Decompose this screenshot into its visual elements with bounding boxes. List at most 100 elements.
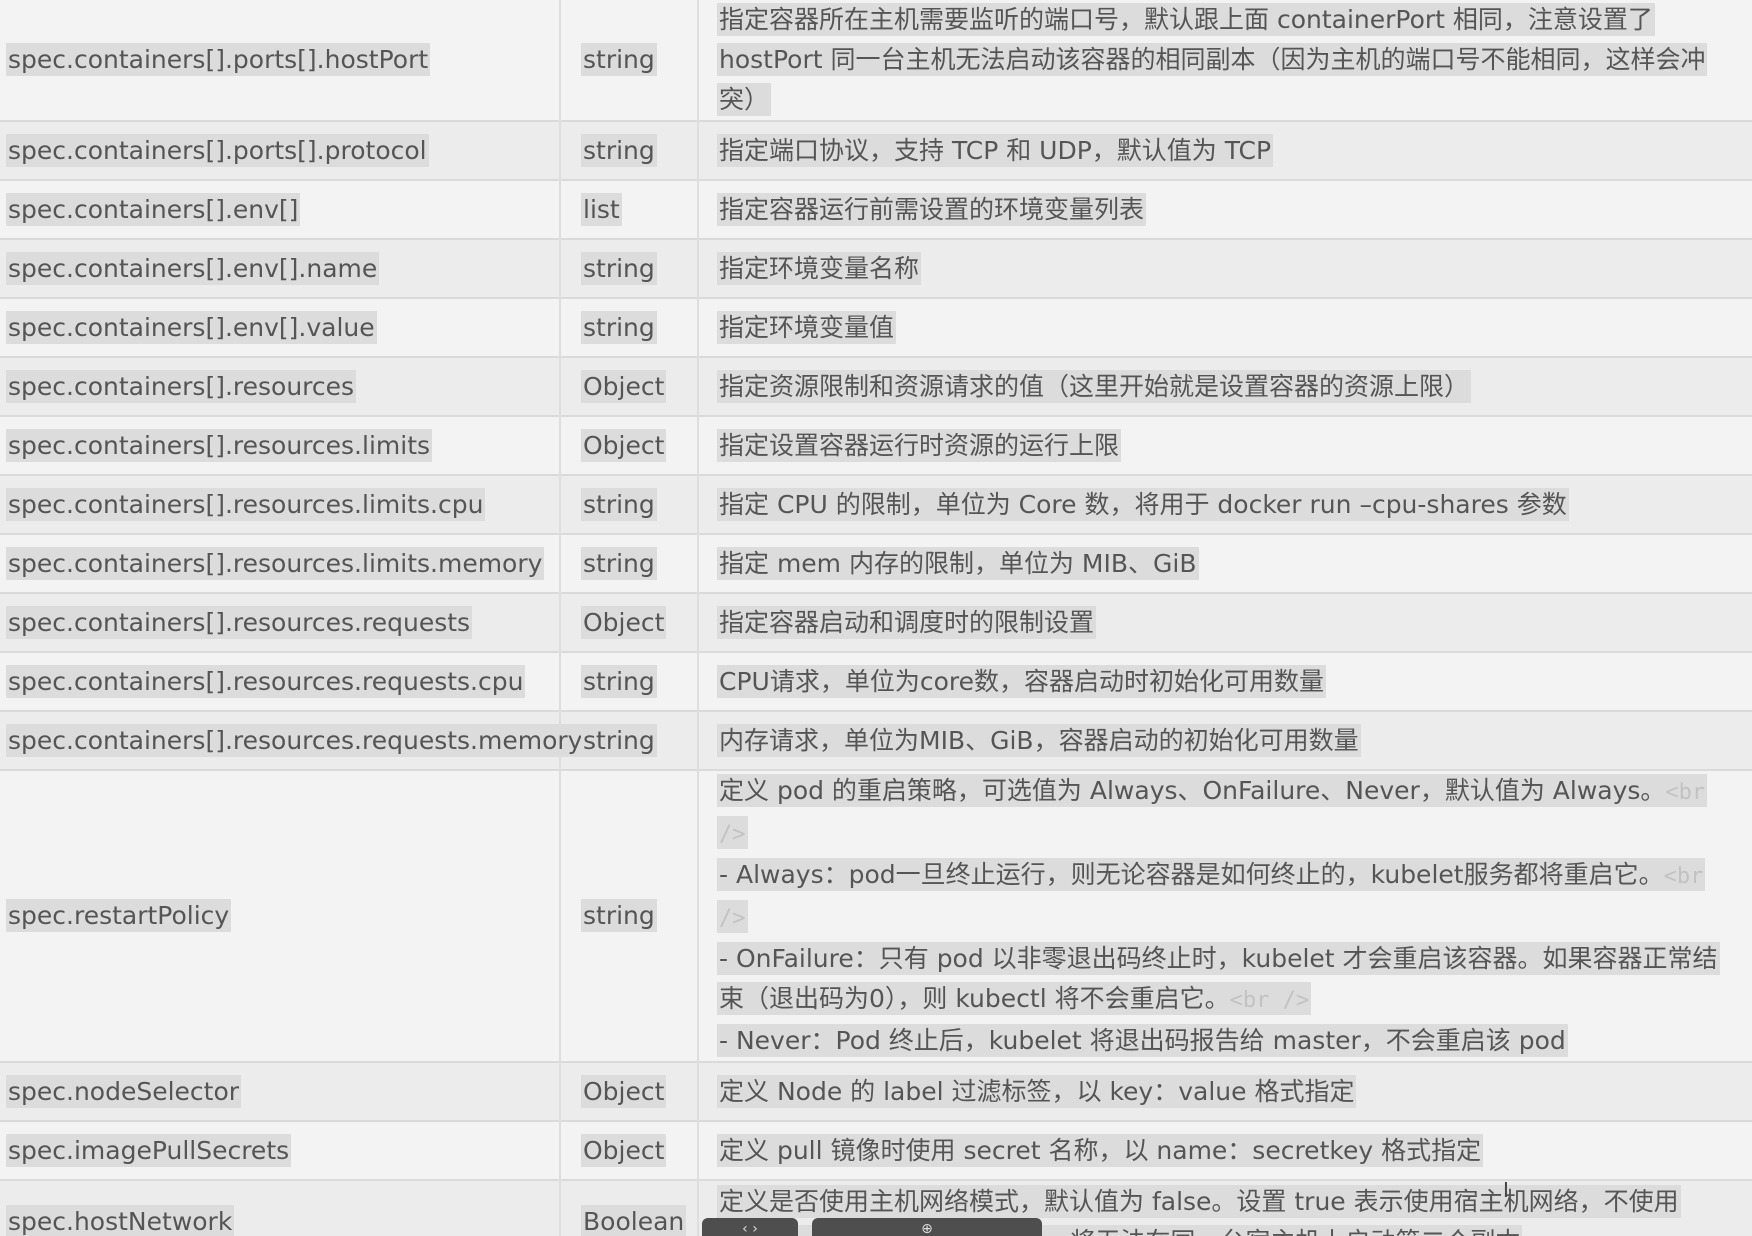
param-desc: 内存请求，单位为MIB、GiB，容器启动的初始化可用数量 <box>717 723 1361 757</box>
param-type-cell: Boolean <box>560 1180 699 1236</box>
param-name-cell: spec.imagePullSecrets <box>0 1121 561 1180</box>
param-name: spec.containers[].env[] <box>6 192 301 226</box>
param-type: Object <box>581 369 667 403</box>
param-desc: 指定环境变量名称 <box>717 251 922 285</box>
param-name: spec.nodeSelector <box>6 1074 242 1108</box>
param-name-cell: spec.containers[].env[].name <box>0 239 561 298</box>
zoom-controls[interactable]: ⊕ <box>812 1218 1042 1236</box>
table-row: spec.restartPolicy string 定义 pod 的重启策略，可选值… <box>0 770 1752 1062</box>
param-type: Object <box>581 605 667 639</box>
text-cursor-icon: I <box>1503 1178 1509 1202</box>
table-row: spec.containers[].ports[].protocol string… <box>0 121 1752 180</box>
param-desc: 指定资源限制和资源请求的值（这里开始就是设置容器的资源上限） <box>717 369 1472 403</box>
param-name: spec.restartPolicy <box>6 899 232 932</box>
param-desc: 指定容器所在主机需要监听的端口号，默认跟上面 containerPort 相同，… <box>717 3 1708 116</box>
param-desc-cell: 指定容器启动和调度时的限制设置 <box>698 593 1752 652</box>
param-type-cell: Object <box>560 1062 699 1121</box>
param-type: string <box>581 664 657 698</box>
param-desc: 定义 pull 镜像时使用 secret 名称，以 name：secretkey… <box>717 1133 1484 1167</box>
param-type: list <box>581 192 622 226</box>
param-name: spec.containers[].resources.requests.cpu <box>6 664 526 698</box>
param-desc: - Always：pod一旦终止运行，则无论容器是如何终止的，kubelet服务… <box>717 858 1706 933</box>
param-name: spec.containers[].ports[].hostPort <box>6 43 431 76</box>
param-type: string <box>581 133 657 167</box>
param-type-cell: string <box>560 0 699 121</box>
param-desc: 指定设置容器运行时资源的运行上限 <box>717 428 1122 462</box>
param-type: string <box>581 899 657 932</box>
param-desc: 指定 CPU 的限制，单位为 Core 数，将用于 docker run –cp… <box>717 487 1569 521</box>
param-desc: 指定端口协议，支持 TCP 和 UDP，默认值为 TCP <box>717 133 1274 167</box>
param-desc-cell: 指定资源限制和资源请求的值（这里开始就是设置容器的资源上限） <box>698 357 1752 416</box>
table-row: spec.imagePullSecrets Object 定义 pull 镜像时使用… <box>0 1121 1752 1180</box>
param-desc-cell: CPU请求，单位为core数，容器启动时初始化可用数量 <box>698 652 1752 711</box>
param-name-cell: spec.containers[].resources.limits.cpu <box>0 475 561 534</box>
param-desc-cell: 指定容器所在主机需要监听的端口号，默认跟上面 containerPort 相同，… <box>698 0 1752 121</box>
param-type-cell: string <box>560 239 699 298</box>
table-row: spec.containers[].env[].value string 指定环境变… <box>0 298 1752 357</box>
param-type-cell: Object <box>560 1121 699 1180</box>
param-type: string <box>581 487 657 521</box>
param-name-cell: spec.containers[].ports[].hostPort <box>0 0 561 121</box>
table-row: spec.containers[].resources Object 指定资源限制和… <box>0 357 1752 416</box>
param-type-cell: Object <box>560 357 699 416</box>
param-type: string <box>581 310 657 344</box>
param-type-cell: string <box>560 711 699 770</box>
param-name: spec.containers[].resources.limits <box>6 428 433 462</box>
param-name: spec.containers[].resources.requests.mem… <box>6 723 585 757</box>
param-desc: 指定容器启动和调度时的限制设置 <box>717 605 1097 639</box>
br-tag-text: <br /> <box>719 780 1706 847</box>
param-name-cell: spec.containers[].env[] <box>0 180 561 239</box>
param-name: spec.hostNetwork <box>6 1205 235 1236</box>
table-row: spec.nodeSelector Object 定义 Node 的 label 过… <box>0 1062 1752 1121</box>
param-name: spec.containers[].resources.requests <box>6 605 473 639</box>
param-desc: 指定 mem 内存的限制，单位为 MIB、GiB <box>717 546 1199 580</box>
table-row: spec.containers[].resources.requests.mem… <box>0 711 1752 770</box>
param-type: Boolean <box>581 1205 687 1236</box>
param-type: string <box>581 723 657 757</box>
param-name: spec.containers[].env[].name <box>6 251 380 285</box>
table-row: spec.containers[].ports[].hostPort string… <box>0 0 1752 121</box>
table-row: spec.containers[].resources.limits Object… <box>0 416 1752 475</box>
param-type-cell: string <box>560 298 699 357</box>
param-desc: - Never：Pod 终止后，kubelet 将退出码报告给 master，不… <box>717 1024 1568 1057</box>
param-name-cell: spec.nodeSelector <box>0 1062 561 1121</box>
param-name: spec.containers[].resources.limits.memor… <box>6 546 545 580</box>
param-desc-cell: 指定环境变量名称 <box>698 239 1752 298</box>
param-desc: CPU请求，单位为core数，容器启动时初始化可用数量 <box>717 664 1326 698</box>
param-desc-cell: 指定 mem 内存的限制，单位为 MIB、GiB <box>698 534 1752 593</box>
param-name-cell: spec.containers[].resources.requests <box>0 593 561 652</box>
param-desc-cell: 指定端口协议，支持 TCP 和 UDP，默认值为 TCP <box>698 121 1752 180</box>
param-desc-cell: 定义 pull 镜像时使用 secret 名称，以 name：secretkey… <box>698 1121 1752 1180</box>
param-type-cell: string <box>560 652 699 711</box>
table-body: spec.containers[].ports[].hostPort string… <box>0 0 1752 1236</box>
viewer-toolbar[interactable]: ‹ › ⊕ <box>702 1218 1042 1236</box>
param-name-cell: spec.containers[].resources.requests.mem… <box>0 711 585 770</box>
param-desc-cell: 定义 pod 的重启策略，可选值为 Always、OnFailure、Never… <box>698 770 1752 1062</box>
param-desc: 定义 pod 的重启策略，可选值为 Always、OnFailure、Never… <box>717 774 1708 849</box>
parameter-table: spec.containers[].ports[].hostPort string… <box>0 0 1752 1236</box>
param-name-cell: spec.hostNetwork <box>0 1180 561 1236</box>
param-name-cell: spec.containers[].ports[].protocol <box>0 121 561 180</box>
table-row: spec.containers[].resources.requests.cpu… <box>0 652 1752 711</box>
param-desc-cell: 指定 CPU 的限制，单位为 Core 数，将用于 docker run –cp… <box>698 475 1752 534</box>
param-desc-cell: 指定容器运行前需设置的环境变量列表 <box>698 180 1752 239</box>
table-row: spec.containers[].env[].name string 指定环境变量… <box>0 239 1752 298</box>
param-type-cell: string <box>560 770 699 1062</box>
nav-buttons[interactable]: ‹ › <box>702 1218 798 1236</box>
param-desc-cell: 指定环境变量值 <box>698 298 1752 357</box>
param-type: Object <box>581 428 667 462</box>
param-type-cell: list <box>560 180 699 239</box>
param-name: spec.containers[].env[].value <box>6 310 377 344</box>
table-row: spec.containers[].resources.requests Obje… <box>0 593 1752 652</box>
br-tag-text: <br /> <box>719 864 1704 931</box>
param-name-cell: spec.containers[].env[].value <box>0 298 561 357</box>
param-name-cell: spec.containers[].resources.requests.cpu <box>0 652 561 711</box>
param-name-cell: spec.containers[].resources.limits.memor… <box>0 534 561 593</box>
param-type-cell: Object <box>560 416 699 475</box>
param-desc-cell: 内存请求，单位为MIB、GiB，容器启动的初始化可用数量 <box>698 711 1752 770</box>
table-row: spec.containers[].env[] list 指定容器运行前需设置的环境… <box>0 180 1752 239</box>
param-type-cell: string <box>560 475 699 534</box>
param-name-cell: spec.containers[].resources <box>0 357 561 416</box>
param-desc-cell: 指定设置容器运行时资源的运行上限 <box>698 416 1752 475</box>
param-type-cell: string <box>560 534 699 593</box>
